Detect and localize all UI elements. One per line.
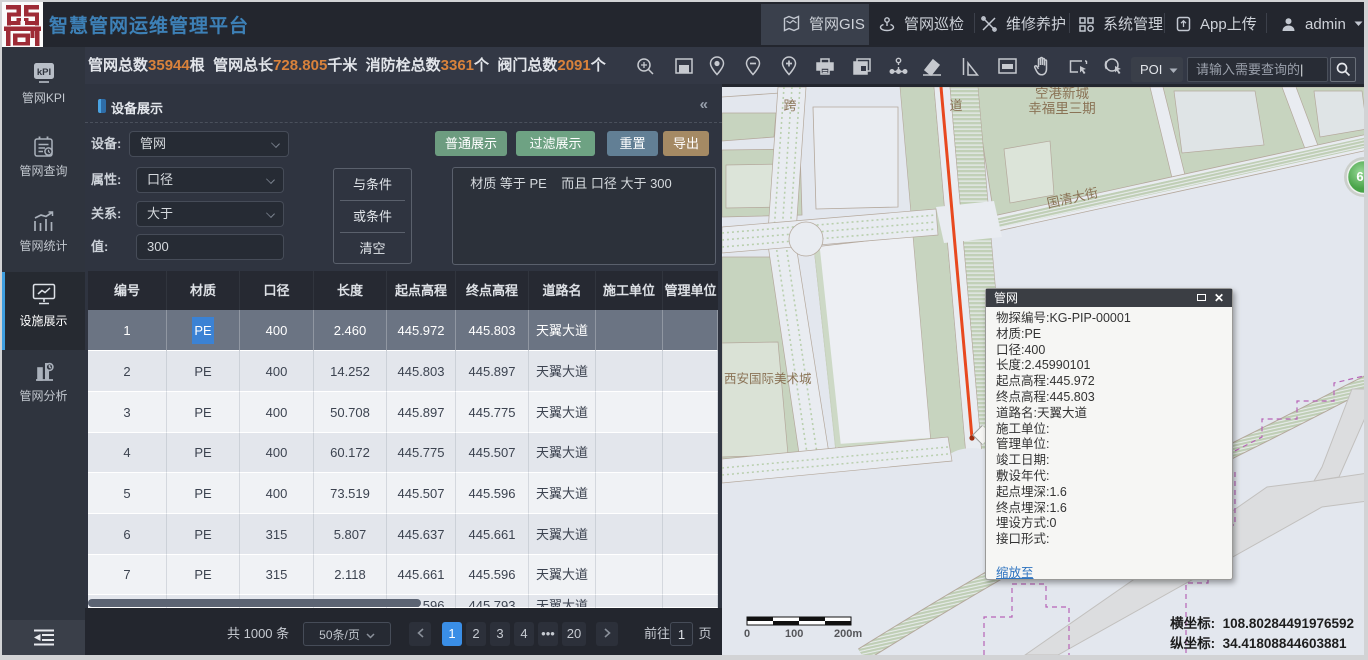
svg-text:kPI: kPI bbox=[36, 67, 50, 78]
svg-text:幸福里三期: 幸福里三期 bbox=[1028, 101, 1096, 116]
svg-text:100: 100 bbox=[785, 628, 803, 640]
svg-text:200m: 200m bbox=[834, 628, 862, 640]
svg-text:道: 道 bbox=[949, 98, 962, 113]
svg-text:0: 0 bbox=[744, 628, 750, 640]
svg-text:跨: 跨 bbox=[783, 98, 796, 113]
svg-text:西安国际美术城: 西安国际美术城 bbox=[724, 371, 812, 386]
svg-text:6: 6 bbox=[1356, 169, 1363, 184]
svg-text:空港新城: 空港新城 bbox=[1035, 87, 1089, 101]
